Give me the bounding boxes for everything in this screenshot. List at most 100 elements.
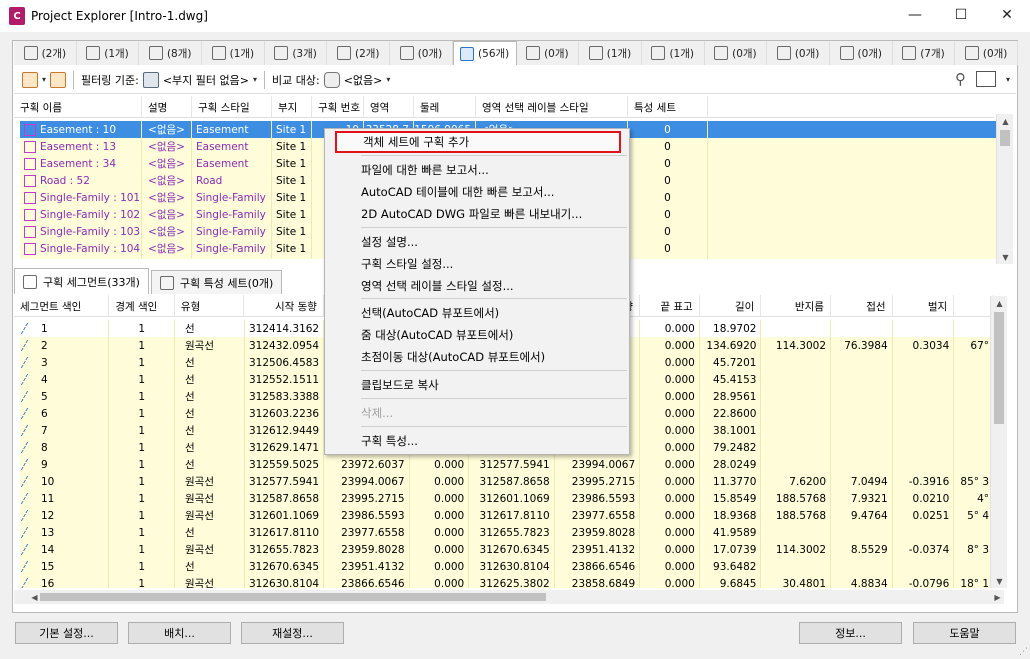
context-menu-item[interactable]: 설정 설명... bbox=[335, 231, 621, 253]
column-header[interactable]: 경계 색인 bbox=[109, 295, 175, 317]
upper-scrollbar[interactable]: ▲ ▼ bbox=[996, 114, 1013, 264]
column-header[interactable]: 둘레 bbox=[414, 96, 476, 118]
resize-grip-icon[interactable]: ⋰ bbox=[1019, 647, 1028, 657]
table-row[interactable]: 14 1 원곡선 312655.7823 23959.8028 0.000 312670.6… bbox=[20, 541, 994, 558]
chevron-down-icon[interactable]: ▾ bbox=[386, 75, 390, 84]
chevron-down-icon[interactable]: ▾ bbox=[1006, 75, 1010, 84]
context-menu-item[interactable]: 초점이동 대상(AutoCAD 뷰포트에서) bbox=[335, 346, 621, 368]
new-object-icon[interactable] bbox=[22, 71, 38, 88]
scroll-thumb[interactable] bbox=[994, 312, 1004, 424]
context-menu-item[interactable]: 구획 스타일 설정... bbox=[335, 253, 621, 275]
column-header[interactable] bbox=[954, 295, 994, 317]
column-header[interactable]: 벌지 bbox=[893, 295, 955, 317]
column-header[interactable]: 길이 bbox=[700, 295, 762, 317]
reset-button[interactable]: 재설정... bbox=[241, 622, 344, 644]
context-menu-item[interactable]: 영역 선택 레이블 스타일 설정... bbox=[335, 275, 621, 297]
close-button[interactable]: ✕ bbox=[984, 0, 1030, 30]
table-cell: Single-Family : 104 bbox=[20, 240, 142, 257]
table-row[interactable]: 11 1 원곡선 312587.8658 23995.2715 0.000 312601.1… bbox=[20, 490, 994, 507]
site-filter-icon[interactable] bbox=[142, 71, 159, 88]
table-row[interactable]: 16 1 원곡선 312630.8104 23866.6546 0.000 312625.3… bbox=[20, 575, 994, 588]
object-options-icon[interactable] bbox=[50, 71, 67, 88]
column-header[interactable]: 설명 bbox=[142, 96, 192, 118]
scroll-right-icon[interactable]: ▶ bbox=[989, 590, 1006, 604]
table-cell: 0.000 bbox=[640, 473, 700, 490]
table-cell: 원곡선 bbox=[175, 473, 245, 490]
minimize-button[interactable]: — bbox=[892, 0, 938, 30]
column-header[interactable]: 구획 번호 bbox=[312, 96, 364, 118]
chevron-down-icon[interactable]: ▾ bbox=[253, 75, 257, 84]
tab-category-2[interactable]: (8개) bbox=[139, 41, 203, 65]
column-header[interactable]: 유형 bbox=[175, 295, 245, 317]
tab-category-9[interactable]: (1개) bbox=[579, 41, 642, 65]
view-layout-icon[interactable] bbox=[975, 71, 996, 87]
tab-category-14[interactable]: (7개) bbox=[893, 41, 956, 65]
upper-grid-header: 구획 이름 설명 구획 스타일 부지 구획 번호 영역 둘레 영역 선택 레이블 스타일 특성 … bbox=[14, 96, 994, 118]
tab-category-8[interactable]: (0개) bbox=[517, 41, 580, 65]
scroll-down-icon[interactable]: ▼ bbox=[997, 250, 1014, 264]
tab-category-0[interactable]: (2개) bbox=[14, 41, 77, 65]
context-menu-item[interactable]: AutoCAD 테이블에 대한 빠른 보고서... bbox=[335, 181, 621, 203]
table-cell: 312506.4583 bbox=[245, 354, 325, 371]
settings-button[interactable]: 기본 설정... bbox=[15, 622, 118, 644]
scroll-down-icon[interactable]: ▼ bbox=[991, 574, 1008, 588]
segment-icon bbox=[20, 459, 39, 470]
tab-category-12[interactable]: (0개) bbox=[767, 41, 830, 65]
help-button[interactable]: 도움말 bbox=[913, 622, 1016, 644]
tab-category-10[interactable]: (1개) bbox=[642, 41, 705, 65]
menu-separator bbox=[361, 398, 627, 399]
compare-icon[interactable] bbox=[323, 71, 340, 88]
column-header[interactable]: 세그먼트 색인 bbox=[14, 295, 110, 317]
tab-category-5[interactable]: (2개) bbox=[327, 41, 391, 65]
scroll-thumb[interactable] bbox=[40, 593, 546, 601]
context-menu-item[interactable]: 줌 대상(AutoCAD 뷰포트에서) bbox=[335, 324, 621, 346]
context-menu-item[interactable]: 2D AutoCAD DWG 파일로 빠른 내보내기... bbox=[335, 203, 621, 225]
column-header[interactable]: 반지름 bbox=[761, 295, 831, 317]
tab-category-4[interactable]: (3개) bbox=[265, 41, 328, 65]
table-cell: Site 1 bbox=[272, 138, 312, 155]
info-button[interactable]: 정보... bbox=[799, 622, 902, 644]
lower-scrollbar[interactable]: ▲ ▼ bbox=[990, 296, 1007, 588]
context-menu-item[interactable]: 클립보드로 복사 bbox=[335, 374, 621, 396]
horizontal-scrollbar[interactable]: ◀ ▶ bbox=[14, 590, 1004, 604]
chevron-down-icon[interactable]: ▾ bbox=[42, 75, 46, 84]
tab-category-15[interactable]: (0개) bbox=[955, 41, 1018, 65]
column-header[interactable]: 부지 bbox=[272, 96, 312, 118]
table-row[interactable]: 13 1 선 312617.8110 23977.6558 0.000 312655.782… bbox=[20, 524, 994, 541]
table-row[interactable]: 10 1 원곡선 312577.5941 23994.0067 0.000 312587.8… bbox=[20, 473, 994, 490]
table-cell bbox=[893, 388, 955, 405]
search-icon[interactable]: ⚲ bbox=[955, 70, 966, 88]
column-header[interactable]: 접선 bbox=[831, 295, 893, 317]
tab-category-1[interactable]: (1개) bbox=[77, 41, 140, 65]
column-header[interactable]: 구획 스타일 bbox=[192, 96, 272, 118]
tab-category-13[interactable]: (0개) bbox=[830, 41, 893, 65]
table-cell: 0.000 bbox=[410, 541, 470, 558]
column-header[interactable]: 시작 동향 bbox=[244, 295, 324, 317]
scroll-thumb[interactable] bbox=[1000, 130, 1010, 146]
table-row[interactable]: 9 1 선 312559.5025 23972.6037 0.000 312577.5941… bbox=[20, 456, 994, 473]
tab-property-sets[interactable]: 구획 특성 세트(0개) bbox=[150, 270, 283, 294]
maximize-button[interactable]: ☐ bbox=[938, 0, 984, 30]
context-menu-item[interactable]: 객체 세트에 구획 추가 bbox=[335, 131, 621, 153]
table-cell: 13 bbox=[20, 524, 110, 541]
tab-category-6[interactable]: (0개) bbox=[390, 41, 453, 65]
column-header[interactable]: 끝 표고 bbox=[640, 295, 700, 317]
filter-dropdown[interactable]: <부지 필터 없음> bbox=[163, 72, 249, 88]
column-header[interactable]: 특성 세트 bbox=[628, 96, 708, 118]
column-header[interactable]: 구획 이름 bbox=[14, 96, 142, 118]
column-header[interactable]: 영역 bbox=[364, 96, 414, 118]
context-menu-item[interactable]: 파일에 대한 빠른 보고서... bbox=[335, 159, 621, 181]
compare-dropdown[interactable]: <없음> bbox=[344, 72, 383, 88]
table-row[interactable]: 12 1 원곡선 312601.1069 23986.5593 0.000 312617.8… bbox=[20, 507, 994, 524]
context-menu-item[interactable]: 구획 특성... bbox=[335, 430, 621, 452]
tab-category-3[interactable]: (1개) bbox=[202, 41, 265, 65]
column-header[interactable]: 영역 선택 레이블 스타일 bbox=[476, 96, 628, 118]
tab-parcel-segments[interactable]: 구획 세그먼트(33개) bbox=[14, 268, 149, 294]
scroll-up-icon[interactable]: ▲ bbox=[997, 114, 1014, 128]
table-row[interactable]: 15 1 선 312670.6345 23951.4132 0.000 312630.810… bbox=[20, 558, 994, 575]
scroll-up-icon[interactable]: ▲ bbox=[991, 296, 1008, 310]
context-menu-item[interactable]: 선택(AutoCAD 뷰포트에서) bbox=[335, 302, 621, 324]
layout-button[interactable]: 배치... bbox=[128, 622, 231, 644]
tab-category-11[interactable]: (0개) bbox=[705, 41, 768, 65]
tab-category-7[interactable]: (56개) bbox=[452, 41, 517, 65]
